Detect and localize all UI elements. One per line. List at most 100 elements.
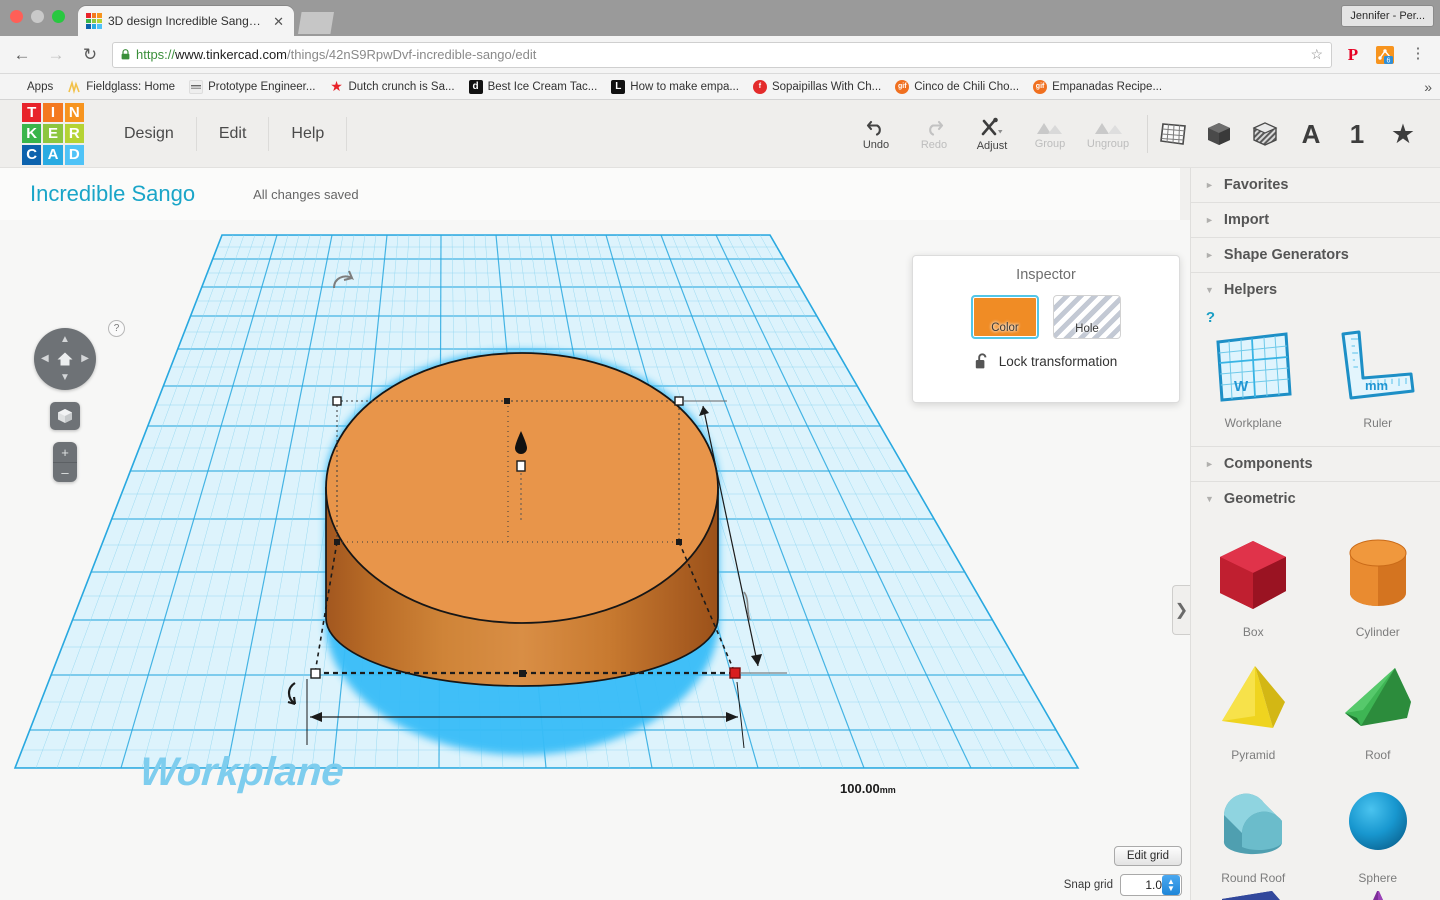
- menu-edit[interactable]: Edit: [197, 116, 270, 151]
- pinterest-extension-icon[interactable]: P: [1342, 44, 1364, 66]
- close-window-button[interactable]: [10, 10, 23, 23]
- inspector-swatches: Color Hole ?: [913, 295, 1215, 339]
- view-orbit-disc[interactable]: ▲ ▼ ◀ ▶: [34, 328, 96, 390]
- star-icon: ★: [330, 78, 343, 94]
- sidebar-item-import[interactable]: ► Import: [1191, 203, 1440, 237]
- resize-handle-top-left[interactable]: [332, 396, 342, 406]
- resize-handle-mid-left[interactable]: [334, 539, 340, 545]
- redo-button[interactable]: Redo: [905, 100, 963, 168]
- bookmarks-overflow-button[interactable]: »: [1424, 79, 1432, 95]
- zoom-out-button[interactable]: –: [53, 462, 77, 482]
- browser-tab[interactable]: 3D design Incredible Sango | T ✕: [78, 6, 294, 36]
- resize-handle-bottom-left[interactable]: [310, 668, 321, 679]
- address-bar[interactable]: https://www.tinkercad.com/things/42nS9Rp…: [112, 41, 1332, 68]
- resize-handle-bottom-center[interactable]: [519, 670, 526, 677]
- ungroup-button[interactable]: Ungroup: [1079, 100, 1137, 168]
- shape-cone[interactable]: [1316, 891, 1440, 900]
- bookmark-best-ice-cream[interactable]: d Best Ice Cream Tac...: [468, 79, 597, 94]
- url-scheme: https://: [136, 47, 176, 62]
- shape-pyramid[interactable]: Pyramid: [1191, 645, 1316, 768]
- tinkercad-logo[interactable]: T I N K E R C A D: [22, 102, 84, 165]
- bookmark-empanadas-recipe[interactable]: gif Empanadas Recipe...: [1033, 79, 1162, 94]
- shape-box[interactable]: Box: [1191, 522, 1316, 645]
- snap-grid-stepper-icon[interactable]: ▲ ▼: [1162, 875, 1180, 895]
- new-tab-button[interactable]: [298, 12, 334, 34]
- resize-handle-bottom-right-active[interactable]: [729, 667, 741, 679]
- edit-grid-button[interactable]: Edit grid: [1113, 846, 1182, 866]
- adjust-button[interactable]: Adjust: [963, 100, 1021, 168]
- orbit-down-arrow[interactable]: ▼: [60, 373, 70, 383]
- sidebar-item-geometric[interactable]: ▼ Geometric: [1191, 482, 1440, 516]
- helper-ruler[interactable]: mm Ruler: [1316, 313, 1440, 436]
- close-tab-button[interactable]: ✕: [271, 15, 286, 28]
- home-view-icon[interactable]: [57, 352, 74, 367]
- helper-workplane[interactable]: W Workplane: [1191, 313, 1316, 436]
- hole-cube-icon[interactable]: [1250, 119, 1280, 149]
- workplane-grid-icon[interactable]: [1158, 119, 1188, 149]
- help-question-icon[interactable]: ?: [108, 320, 125, 337]
- helper-label: Ruler: [1363, 416, 1393, 430]
- zoom-in-button[interactable]: +: [53, 442, 77, 462]
- bookmark-prototype-engineer[interactable]: Prototype Engineer...: [189, 79, 315, 94]
- resize-handle-top-right[interactable]: [674, 396, 684, 406]
- sidebar-item-helpers[interactable]: ▼ Helpers: [1191, 273, 1440, 307]
- save-status: All changes saved: [253, 186, 359, 202]
- resize-handle-top-center[interactable]: [504, 398, 510, 404]
- profile-button[interactable]: Jennifer - Per...: [1341, 5, 1434, 27]
- hole-swatch-button[interactable]: Hole: [1053, 295, 1121, 339]
- sidebar-item-favorites[interactable]: ► Favorites: [1191, 168, 1440, 202]
- bookmark-apps[interactable]: Apps: [8, 80, 53, 94]
- bookmark-sopaipillas[interactable]: f Sopaipillas With Ch...: [752, 79, 881, 94]
- lastpass-extension-icon[interactable]: 6: [1374, 44, 1396, 66]
- shape-cylinder[interactable]: Cylinder: [1316, 522, 1440, 645]
- shapes-sidebar: ► Favorites ► Import ► Shape Generators …: [1190, 168, 1440, 900]
- page-title[interactable]: Incredible Sango: [30, 181, 195, 207]
- lock-transformation-toggle[interactable]: Lock transformation: [913, 353, 1179, 370]
- menu-design[interactable]: Design: [102, 116, 197, 151]
- resize-handle-mid-right[interactable]: [676, 539, 682, 545]
- logo-tile-n: N: [64, 102, 84, 122]
- snap-grid-select[interactable]: 1.0 ▲ ▼: [1120, 874, 1182, 896]
- rotate-handle-top[interactable]: [333, 270, 354, 289]
- orbit-left-arrow[interactable]: ◀: [41, 354, 49, 364]
- inspector-help-icon[interactable]: ?: [1206, 309, 1215, 326]
- fit-to-view-button[interactable]: [50, 402, 80, 430]
- text-tool-icon[interactable]: A: [1296, 119, 1326, 149]
- menu-help[interactable]: Help: [269, 116, 348, 151]
- orbit-right-arrow[interactable]: ▶: [81, 354, 89, 364]
- sidebar-item-shape-generators[interactable]: ► Shape Generators: [1191, 238, 1440, 272]
- logo-tile-k: K: [22, 123, 42, 144]
- undo-button[interactable]: Undo: [847, 100, 905, 168]
- collapse-panel-button[interactable]: ❯: [1172, 585, 1190, 635]
- sidebar-item-components[interactable]: ► Components: [1191, 447, 1440, 481]
- bookmark-dutch-crunch[interactable]: ★ Dutch crunch is Sa...: [329, 78, 454, 94]
- ungroup-shapes-icon: [1093, 119, 1123, 135]
- height-handle-box[interactable]: [516, 460, 526, 472]
- rotate-handle-bottom-left[interactable]: [287, 682, 297, 706]
- back-button[interactable]: ←: [10, 43, 34, 67]
- maximize-window-button[interactable]: [52, 10, 65, 23]
- shape-label: Roof: [1365, 748, 1391, 762]
- url-text: https://www.tinkercad.com/things/42nS9Rp…: [136, 47, 536, 62]
- favorites-star-icon[interactable]: ★: [1388, 119, 1418, 149]
- chrome-menu-icon[interactable]: ⋮: [1406, 43, 1430, 67]
- bookmark-fieldglass[interactable]: Fieldglass: Home: [67, 79, 175, 94]
- reload-button[interactable]: ↻: [78, 43, 102, 67]
- group-button[interactable]: Group: [1021, 100, 1079, 168]
- forward-button[interactable]: →: [44, 43, 68, 67]
- bookmark-how-to-make-empa[interactable]: L How to make empa...: [611, 79, 739, 94]
- chevron-right-icon: ►: [1205, 180, 1214, 190]
- cylinder-top[interactable]: [325, 352, 719, 624]
- shape-sphere[interactable]: Sphere: [1316, 768, 1440, 891]
- minimize-window-button[interactable]: [31, 10, 44, 23]
- solid-cube-icon[interactable]: [1204, 119, 1234, 149]
- tinkercad-app: T I N K E R C A D Design Edit Help Undo …: [0, 100, 1440, 900]
- orbit-up-arrow[interactable]: ▲: [60, 335, 70, 345]
- number-tool-icon[interactable]: 1: [1342, 119, 1372, 149]
- shape-round-roof[interactable]: Round Roof: [1191, 768, 1316, 891]
- shape-wedge[interactable]: [1191, 891, 1316, 900]
- bookmark-star-icon[interactable]: ☆: [1310, 46, 1323, 63]
- shape-roof[interactable]: Roof: [1316, 645, 1440, 768]
- color-swatch-button[interactable]: Color: [971, 295, 1039, 339]
- bookmark-cinco-de-chili[interactable]: gif Cinco de Chili Cho...: [895, 79, 1019, 94]
